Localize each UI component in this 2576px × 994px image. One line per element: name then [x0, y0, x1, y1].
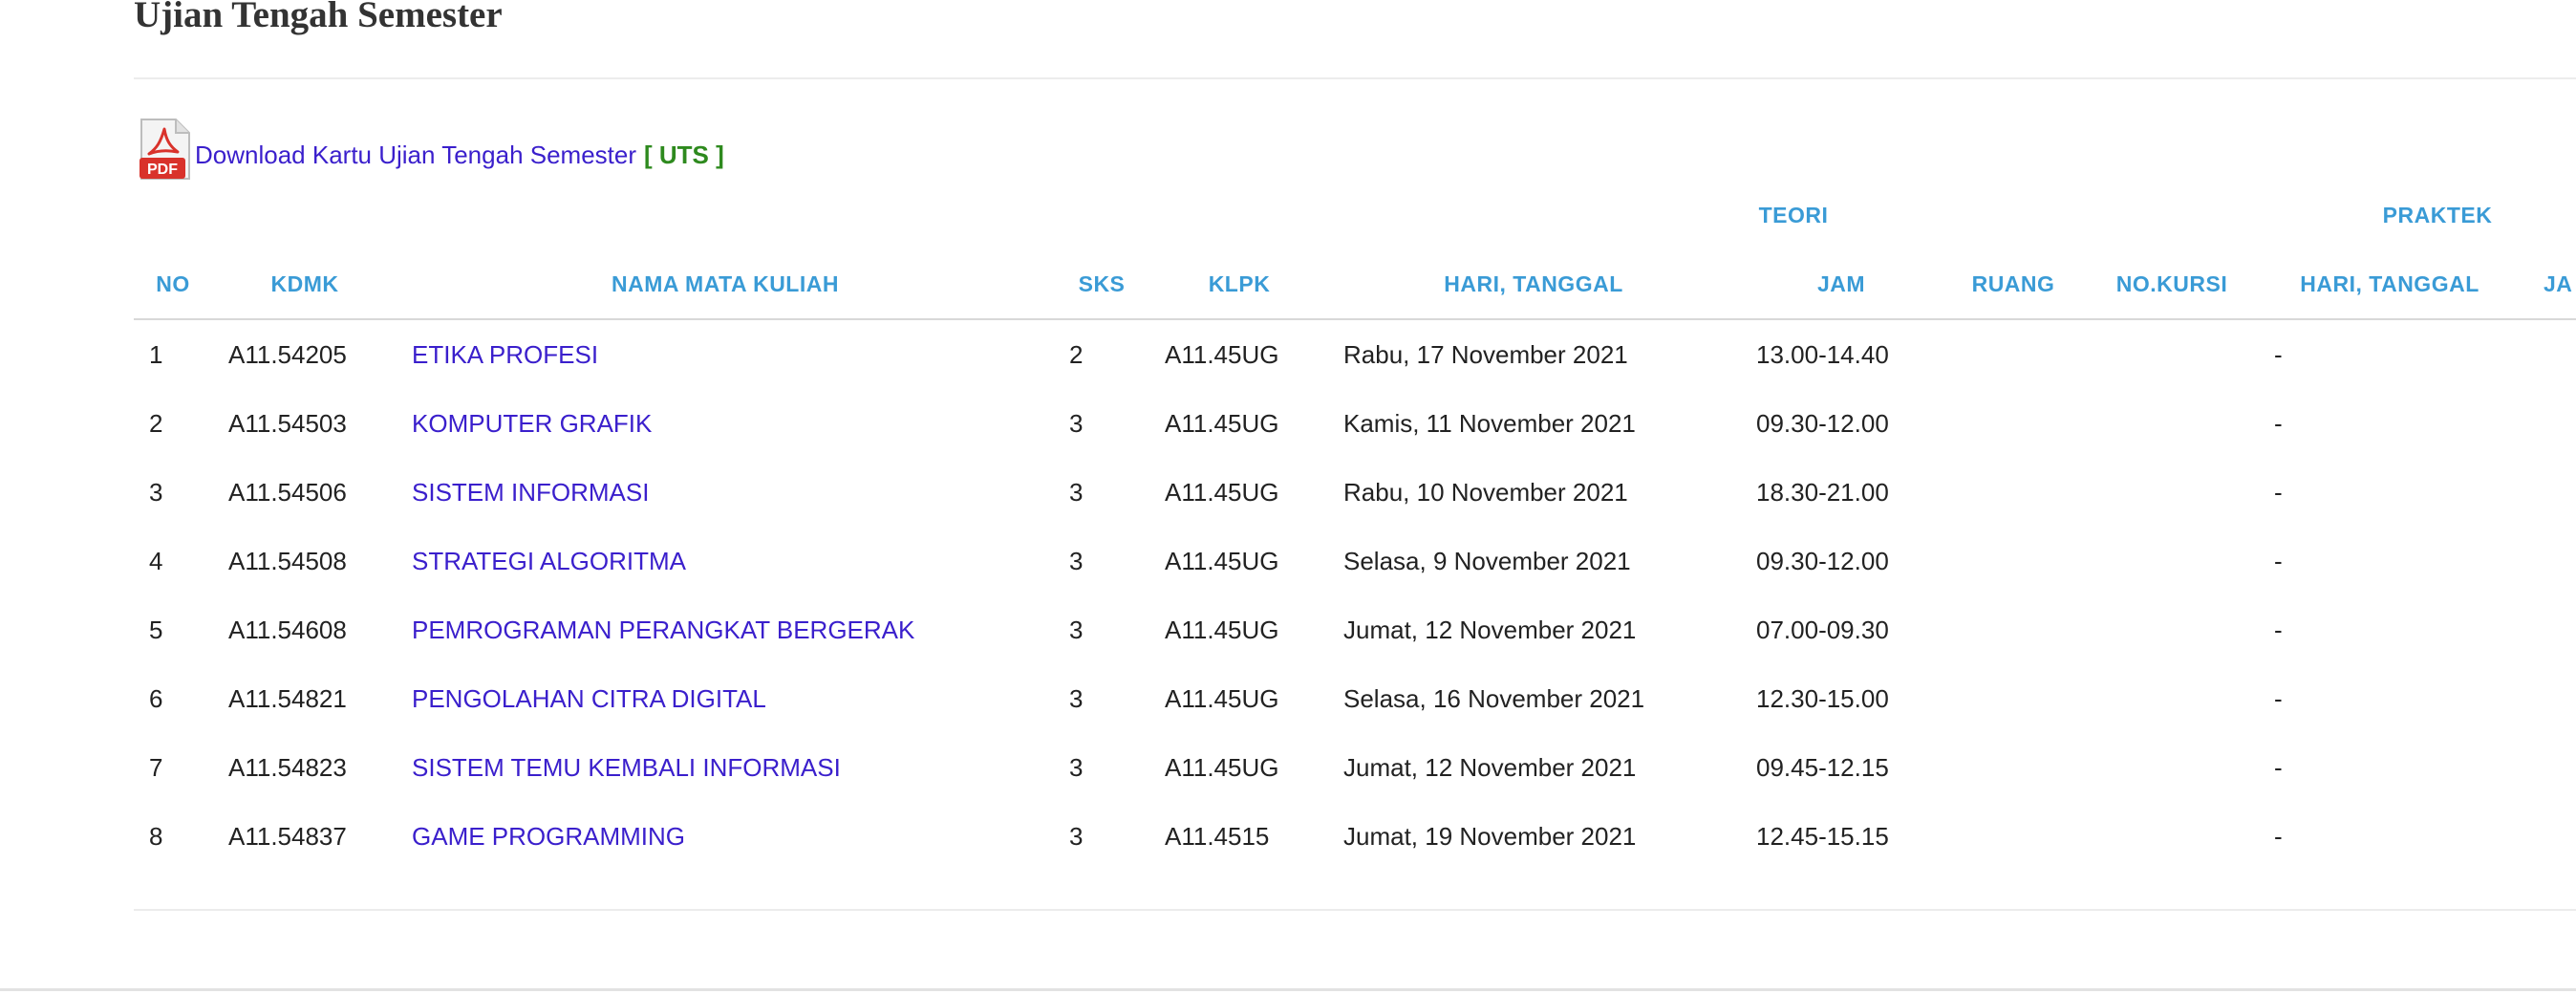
header-kdmk: KDMK: [270, 271, 339, 296]
header-ruang: RUANG: [1971, 271, 2055, 296]
cell-praktek-hari: -: [2274, 340, 2283, 369]
cell-praktek-hari: -: [2274, 822, 2283, 851]
cell-hari-tanggal: Jumat, 19 November 2021: [1343, 822, 1637, 851]
page-bottom-border: [0, 988, 2576, 991]
cell-kdmk: A11.54837: [228, 822, 347, 851]
cell-praktek-hari: -: [2274, 409, 2283, 438]
cell-no: 8: [149, 822, 163, 851]
header-group-teori: TEORI: [1758, 203, 1829, 227]
page-title: Ujian Tengah Semester: [134, 0, 503, 35]
cell-nama-mata-kuliah[interactable]: STRATEGI ALGORITMA: [412, 546, 686, 576]
cell-hari-tanggal: Jumat, 12 November 2021: [1343, 616, 1637, 644]
cell-praktek-hari: -: [2274, 478, 2283, 507]
cell-sks: 3: [1069, 822, 1084, 851]
cell-klpk: A11.4515: [1165, 822, 1270, 851]
download-row: PDF Download Kartu Ujian Tengah Semester…: [138, 118, 724, 181]
header-jam-praktek: JA: [2544, 271, 2573, 296]
cell-nama-mata-kuliah[interactable]: PENGOLAHAN CITRA DIGITAL: [412, 683, 766, 714]
cell-jam: 12.30-15.00: [1756, 684, 1889, 713]
cell-praktek-hari: -: [2274, 684, 2283, 713]
svg-text:PDF: PDF: [147, 162, 178, 178]
header-hari-tanggal-praktek: HARI, TANGGAL: [2300, 271, 2479, 296]
header-sks: SKS: [1078, 271, 1126, 296]
cell-klpk: A11.45UG: [1165, 616, 1279, 644]
header-hari-tanggal-teori: HARI, TANGGAL: [1444, 271, 1623, 296]
cell-sks: 3: [1069, 753, 1084, 782]
cell-praktek-hari: -: [2274, 616, 2283, 644]
download-kartu-uts-link[interactable]: Download Kartu Ujian Tengah Semester: [195, 140, 636, 170]
cell-sks: 3: [1069, 547, 1084, 575]
cell-jam: 13.00-14.40: [1756, 340, 1889, 369]
cell-hari-tanggal: Jumat, 12 November 2021: [1343, 753, 1637, 782]
cell-nama-mata-kuliah[interactable]: SISTEM TEMU KEMBALI INFORMASI: [412, 752, 841, 783]
cell-hari-tanggal: Selasa, 16 November 2021: [1343, 684, 1645, 713]
header-divider: [134, 318, 2576, 320]
cell-nama-mata-kuliah[interactable]: PEMROGRAMAN PERANGKAT BERGERAK: [412, 615, 914, 645]
cell-kdmk: A11.54823: [228, 753, 347, 782]
cell-klpk: A11.45UG: [1165, 409, 1279, 438]
header-no-kursi: NO.KURSI: [2115, 271, 2228, 296]
cell-kdmk: A11.54821: [228, 684, 347, 713]
cell-klpk: A11.45UG: [1165, 340, 1279, 369]
header-klpk: KLPK: [1208, 271, 1271, 296]
cell-nama-mata-kuliah[interactable]: KOMPUTER GRAFIK: [412, 408, 652, 439]
cell-praktek-hari: -: [2274, 547, 2283, 575]
cell-no: 4: [149, 547, 163, 575]
cell-nama-mata-kuliah[interactable]: GAME PROGRAMMING: [412, 821, 685, 852]
header-no: NO: [156, 271, 190, 296]
cell-hari-tanggal: Selasa, 9 November 2021: [1343, 547, 1631, 575]
cell-sks: 2: [1069, 340, 1084, 369]
title-divider: [134, 77, 2576, 79]
cell-nama-mata-kuliah[interactable]: SISTEM INFORMASI: [412, 477, 649, 508]
cell-sks: 3: [1069, 409, 1084, 438]
cell-no: 3: [149, 478, 163, 507]
cell-no: 2: [149, 409, 163, 438]
cell-kdmk: A11.54508: [228, 547, 347, 575]
cell-hari-tanggal: Kamis, 11 November 2021: [1343, 409, 1636, 438]
cell-hari-tanggal: Rabu, 17 November 2021: [1343, 340, 1628, 369]
cell-no: 1: [149, 340, 163, 369]
cell-jam: 09.30-12.00: [1756, 547, 1889, 575]
cell-klpk: A11.45UG: [1165, 547, 1279, 575]
cell-kdmk: A11.54503: [228, 409, 347, 438]
cell-kdmk: A11.54205: [228, 340, 347, 369]
cell-jam: 09.45-12.15: [1756, 753, 1889, 782]
uts-tag: [ UTS ]: [644, 140, 724, 169]
table-bottom-divider: [134, 909, 2576, 911]
cell-nama-mata-kuliah[interactable]: ETIKA PROFESI: [412, 339, 598, 370]
cell-sks: 3: [1069, 616, 1084, 644]
cell-jam: 07.00-09.30: [1756, 616, 1889, 644]
cell-klpk: A11.45UG: [1165, 684, 1279, 713]
cell-klpk: A11.45UG: [1165, 753, 1279, 782]
cell-jam: 09.30-12.00: [1756, 409, 1889, 438]
header-jam-teori: JAM: [1816, 271, 1866, 296]
cell-sks: 3: [1069, 684, 1084, 713]
header-group-praktek: PRAKTEK: [2382, 203, 2493, 227]
cell-klpk: A11.45UG: [1165, 478, 1279, 507]
cell-kdmk: A11.54506: [228, 478, 347, 507]
cell-praktek-hari: -: [2274, 753, 2283, 782]
cell-sks: 3: [1069, 478, 1084, 507]
header-nama-mata-kuliah: NAMA MATA KULIAH: [612, 271, 839, 296]
cell-no: 7: [149, 753, 163, 782]
pdf-file-icon[interactable]: PDF: [138, 118, 191, 181]
cell-no: 6: [149, 684, 163, 713]
cell-no: 5: [149, 616, 163, 644]
cell-hari-tanggal: Rabu, 10 November 2021: [1343, 478, 1628, 507]
cell-kdmk: A11.54608: [228, 616, 347, 644]
cell-jam: 12.45-15.15: [1756, 822, 1889, 851]
cell-jam: 18.30-21.00: [1756, 478, 1889, 507]
